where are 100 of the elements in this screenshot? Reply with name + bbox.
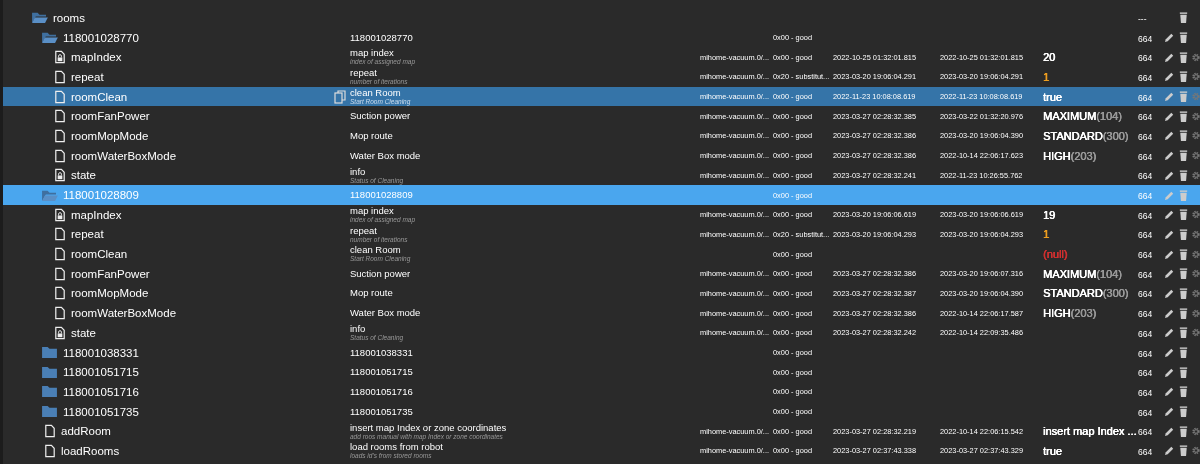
object-name: 118001028809 xyxy=(350,190,414,201)
delete-icon[interactable] xyxy=(1178,445,1189,457)
object-id: state xyxy=(71,326,96,339)
state-value: (null) xyxy=(1043,248,1068,261)
acl-text: 664 xyxy=(1138,72,1153,83)
delete-icon[interactable] xyxy=(1178,169,1189,181)
object-id: addRoom xyxy=(61,425,111,438)
object-name: info xyxy=(350,324,367,335)
acl-text: 664 xyxy=(1138,112,1153,123)
locked-file-icon xyxy=(54,168,66,183)
edit-pencil-icon[interactable] xyxy=(1164,347,1175,359)
object-name: 118001028770 xyxy=(350,32,414,43)
delete-icon[interactable] xyxy=(1178,366,1189,378)
edit-pencil-icon[interactable] xyxy=(1164,445,1175,457)
folder-icon[interactable] xyxy=(41,346,58,360)
delete-icon[interactable] xyxy=(1178,347,1189,359)
object-name: clean Room xyxy=(350,245,402,256)
tree-row[interactable]: rooms --- xyxy=(3,8,1200,28)
delete-icon[interactable] xyxy=(1178,327,1189,339)
edit-pencil-icon[interactable] xyxy=(1164,51,1175,63)
object-id: 118001051715 xyxy=(63,366,139,379)
delete-icon[interactable] xyxy=(1178,386,1189,398)
object-name: repeat xyxy=(350,225,378,236)
object-id: loadRooms xyxy=(61,444,120,457)
folder-icon[interactable] xyxy=(41,365,58,379)
acl-text: 664 xyxy=(1138,348,1153,359)
object-id: repeat xyxy=(71,70,104,83)
open-folder-icon[interactable] xyxy=(41,31,58,45)
delete-icon[interactable] xyxy=(1178,110,1189,122)
state-value: STANDARD(300) xyxy=(1043,129,1129,142)
delete-icon[interactable] xyxy=(1178,150,1189,162)
open-folder-icon[interactable] xyxy=(31,11,48,25)
object-name: clean Room xyxy=(350,87,402,98)
object-name: map index xyxy=(350,205,395,216)
state-value: true xyxy=(1043,90,1062,103)
delete-icon[interactable] xyxy=(1178,406,1189,418)
object-name: Suction power xyxy=(350,268,412,279)
edit-pencil-icon[interactable] xyxy=(1164,169,1175,181)
folder-icon[interactable] xyxy=(41,405,58,419)
edit-pencil-icon[interactable] xyxy=(1164,386,1175,398)
object-name: 118001051715 xyxy=(350,367,414,378)
acl-text: 664 xyxy=(1138,191,1153,202)
state-value: MAXIMUM(104) xyxy=(1043,110,1122,123)
delete-icon[interactable] xyxy=(1178,130,1189,142)
object-name: Suction power xyxy=(350,111,412,122)
delete-icon[interactable] xyxy=(1178,425,1189,437)
object-id: 118001028770 xyxy=(63,31,139,44)
edit-pencil-icon[interactable] xyxy=(1164,71,1175,83)
edit-pencil-icon[interactable] xyxy=(1164,287,1175,299)
edit-pencil-icon[interactable] xyxy=(1164,150,1175,162)
state-value: HIGH(203) xyxy=(1043,307,1097,320)
file-icon xyxy=(54,247,66,262)
file-icon xyxy=(54,109,66,124)
edit-pencil-icon[interactable] xyxy=(1164,130,1175,142)
delete-icon[interactable] xyxy=(1178,51,1189,63)
acl-text: 664 xyxy=(1138,289,1153,300)
edit-pencil-icon[interactable] xyxy=(1164,366,1175,378)
edit-pencil-icon[interactable] xyxy=(1164,32,1175,44)
edit-pencil-icon[interactable] xyxy=(1164,425,1175,437)
delete-icon[interactable] xyxy=(1178,268,1189,280)
object-id: roomFanPower xyxy=(71,267,150,280)
delete-icon[interactable] xyxy=(1178,248,1189,260)
edit-pencil-icon[interactable] xyxy=(1164,228,1175,240)
delete-icon[interactable] xyxy=(1178,307,1189,319)
object-name: 118001038331 xyxy=(350,347,414,358)
delete-icon[interactable] xyxy=(1178,228,1189,240)
acl-text: 664 xyxy=(1138,53,1153,64)
delete-icon[interactable] xyxy=(1178,287,1189,299)
delete-icon[interactable] xyxy=(1178,71,1189,83)
edit-pencil-icon[interactable] xyxy=(1164,209,1175,221)
acl-text: 664 xyxy=(1138,269,1153,280)
edit-pencil-icon[interactable] xyxy=(1164,307,1175,319)
file-icon xyxy=(44,443,56,458)
edit-pencil-icon[interactable] xyxy=(1164,110,1175,122)
file-icon xyxy=(54,306,66,321)
delete-icon[interactable] xyxy=(1178,209,1189,221)
acl-text: 664 xyxy=(1138,33,1153,44)
delete-icon[interactable] xyxy=(1178,32,1189,44)
copy-icon[interactable] xyxy=(334,89,346,104)
file-icon xyxy=(54,89,66,104)
state-value: 20 xyxy=(1043,51,1056,64)
object-name: repeat xyxy=(350,68,377,79)
edit-pencil-icon[interactable] xyxy=(1164,268,1175,280)
edit-pencil-icon[interactable] xyxy=(1164,406,1175,418)
object-name: map index xyxy=(350,48,394,59)
state-value: 19 xyxy=(1043,208,1056,221)
folder-icon[interactable] xyxy=(41,385,58,399)
state-value: 1 xyxy=(1043,228,1050,241)
acl-text: 664 xyxy=(1138,151,1153,162)
locked-file-icon xyxy=(54,50,66,65)
acl-text: 664 xyxy=(1138,210,1153,221)
locked-file-icon xyxy=(54,207,66,222)
file-icon xyxy=(44,424,56,439)
edit-pencil-icon[interactable] xyxy=(1164,248,1175,260)
edit-pencil-icon[interactable] xyxy=(1164,327,1175,339)
delete-icon[interactable] xyxy=(1178,12,1189,24)
acl-text: 664 xyxy=(1138,171,1153,182)
file-icon xyxy=(54,148,66,163)
object-name: Water Box mode xyxy=(350,308,422,319)
state-value: MAXIMUM(104) xyxy=(1043,267,1122,280)
